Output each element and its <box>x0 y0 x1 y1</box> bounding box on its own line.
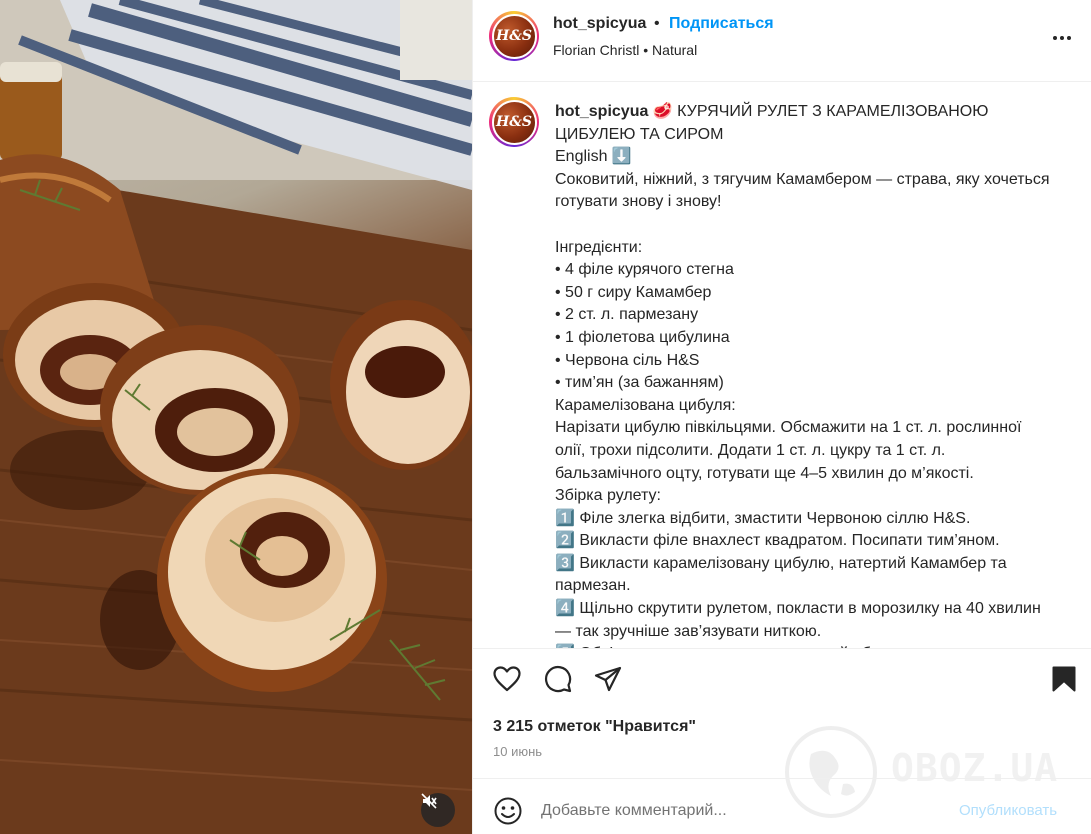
caption-avatar[interactable]: H&S <box>489 97 539 147</box>
avatar[interactable]: H&S <box>489 11 539 61</box>
caption-body: 🥩 КУРЯЧИЙ РУЛЕТ З КАРАМЕЛІЗОВАНОЮ ЦИБУЛЕ… <box>555 103 1050 648</box>
comment-button[interactable] <box>542 663 574 695</box>
author-credit: Florian Christl <box>553 42 640 58</box>
post-media[interactable] <box>0 0 472 834</box>
save-button[interactable] <box>1048 663 1080 695</box>
comment-input[interactable] <box>541 799 941 823</box>
heart-icon <box>493 666 521 692</box>
food-photo <box>0 0 472 834</box>
muted-speaker-icon <box>421 793 437 809</box>
audio-label: Natural <box>652 42 698 58</box>
comment-bar: Опубликовать <box>473 778 1091 834</box>
emoji-button[interactable] <box>493 796 523 826</box>
send-icon <box>594 666 622 692</box>
follow-button[interactable]: Подписаться <box>669 15 774 33</box>
more-icon <box>1053 36 1057 40</box>
comment-icon <box>544 665 572 693</box>
post-date[interactable]: 10 июнь <box>493 744 542 759</box>
mute-button[interactable] <box>421 793 455 827</box>
like-count[interactable]: 3 215 отметок "Нравится" <box>493 718 696 736</box>
post-side-panel: H&S hot_spicyua • Подписаться Florian Ch… <box>472 0 1091 834</box>
emoji-icon <box>494 797 522 825</box>
publish-button[interactable]: Опубликовать <box>959 802 1057 819</box>
caption-username[interactable]: hot_spicyua <box>555 103 648 120</box>
caption-area[interactable]: H&S hot_spicyua 🥩 КУРЯЧИЙ РУЛЕТ З КАРАМЕ… <box>473 82 1091 648</box>
post-header: H&S hot_spicyua • Подписаться Florian Ch… <box>473 0 1091 82</box>
author-username[interactable]: hot_spicyua <box>553 15 646 33</box>
like-button[interactable] <box>491 663 523 695</box>
audio-line[interactable]: Florian Christl • Natural <box>553 42 697 58</box>
caption-text: hot_spicyua 🥩 КУРЯЧИЙ РУЛЕТ З КАРАМЕЛІЗО… <box>555 101 1055 648</box>
share-button[interactable] <box>592 663 624 695</box>
header-separator: • <box>654 15 660 32</box>
avatar-logo: H&S <box>491 13 537 59</box>
avatar-logo: H&S <box>491 99 537 145</box>
bookmark-icon <box>1052 666 1076 692</box>
more-options-button[interactable] <box>1050 26 1074 50</box>
audio-separator: • <box>643 42 649 58</box>
